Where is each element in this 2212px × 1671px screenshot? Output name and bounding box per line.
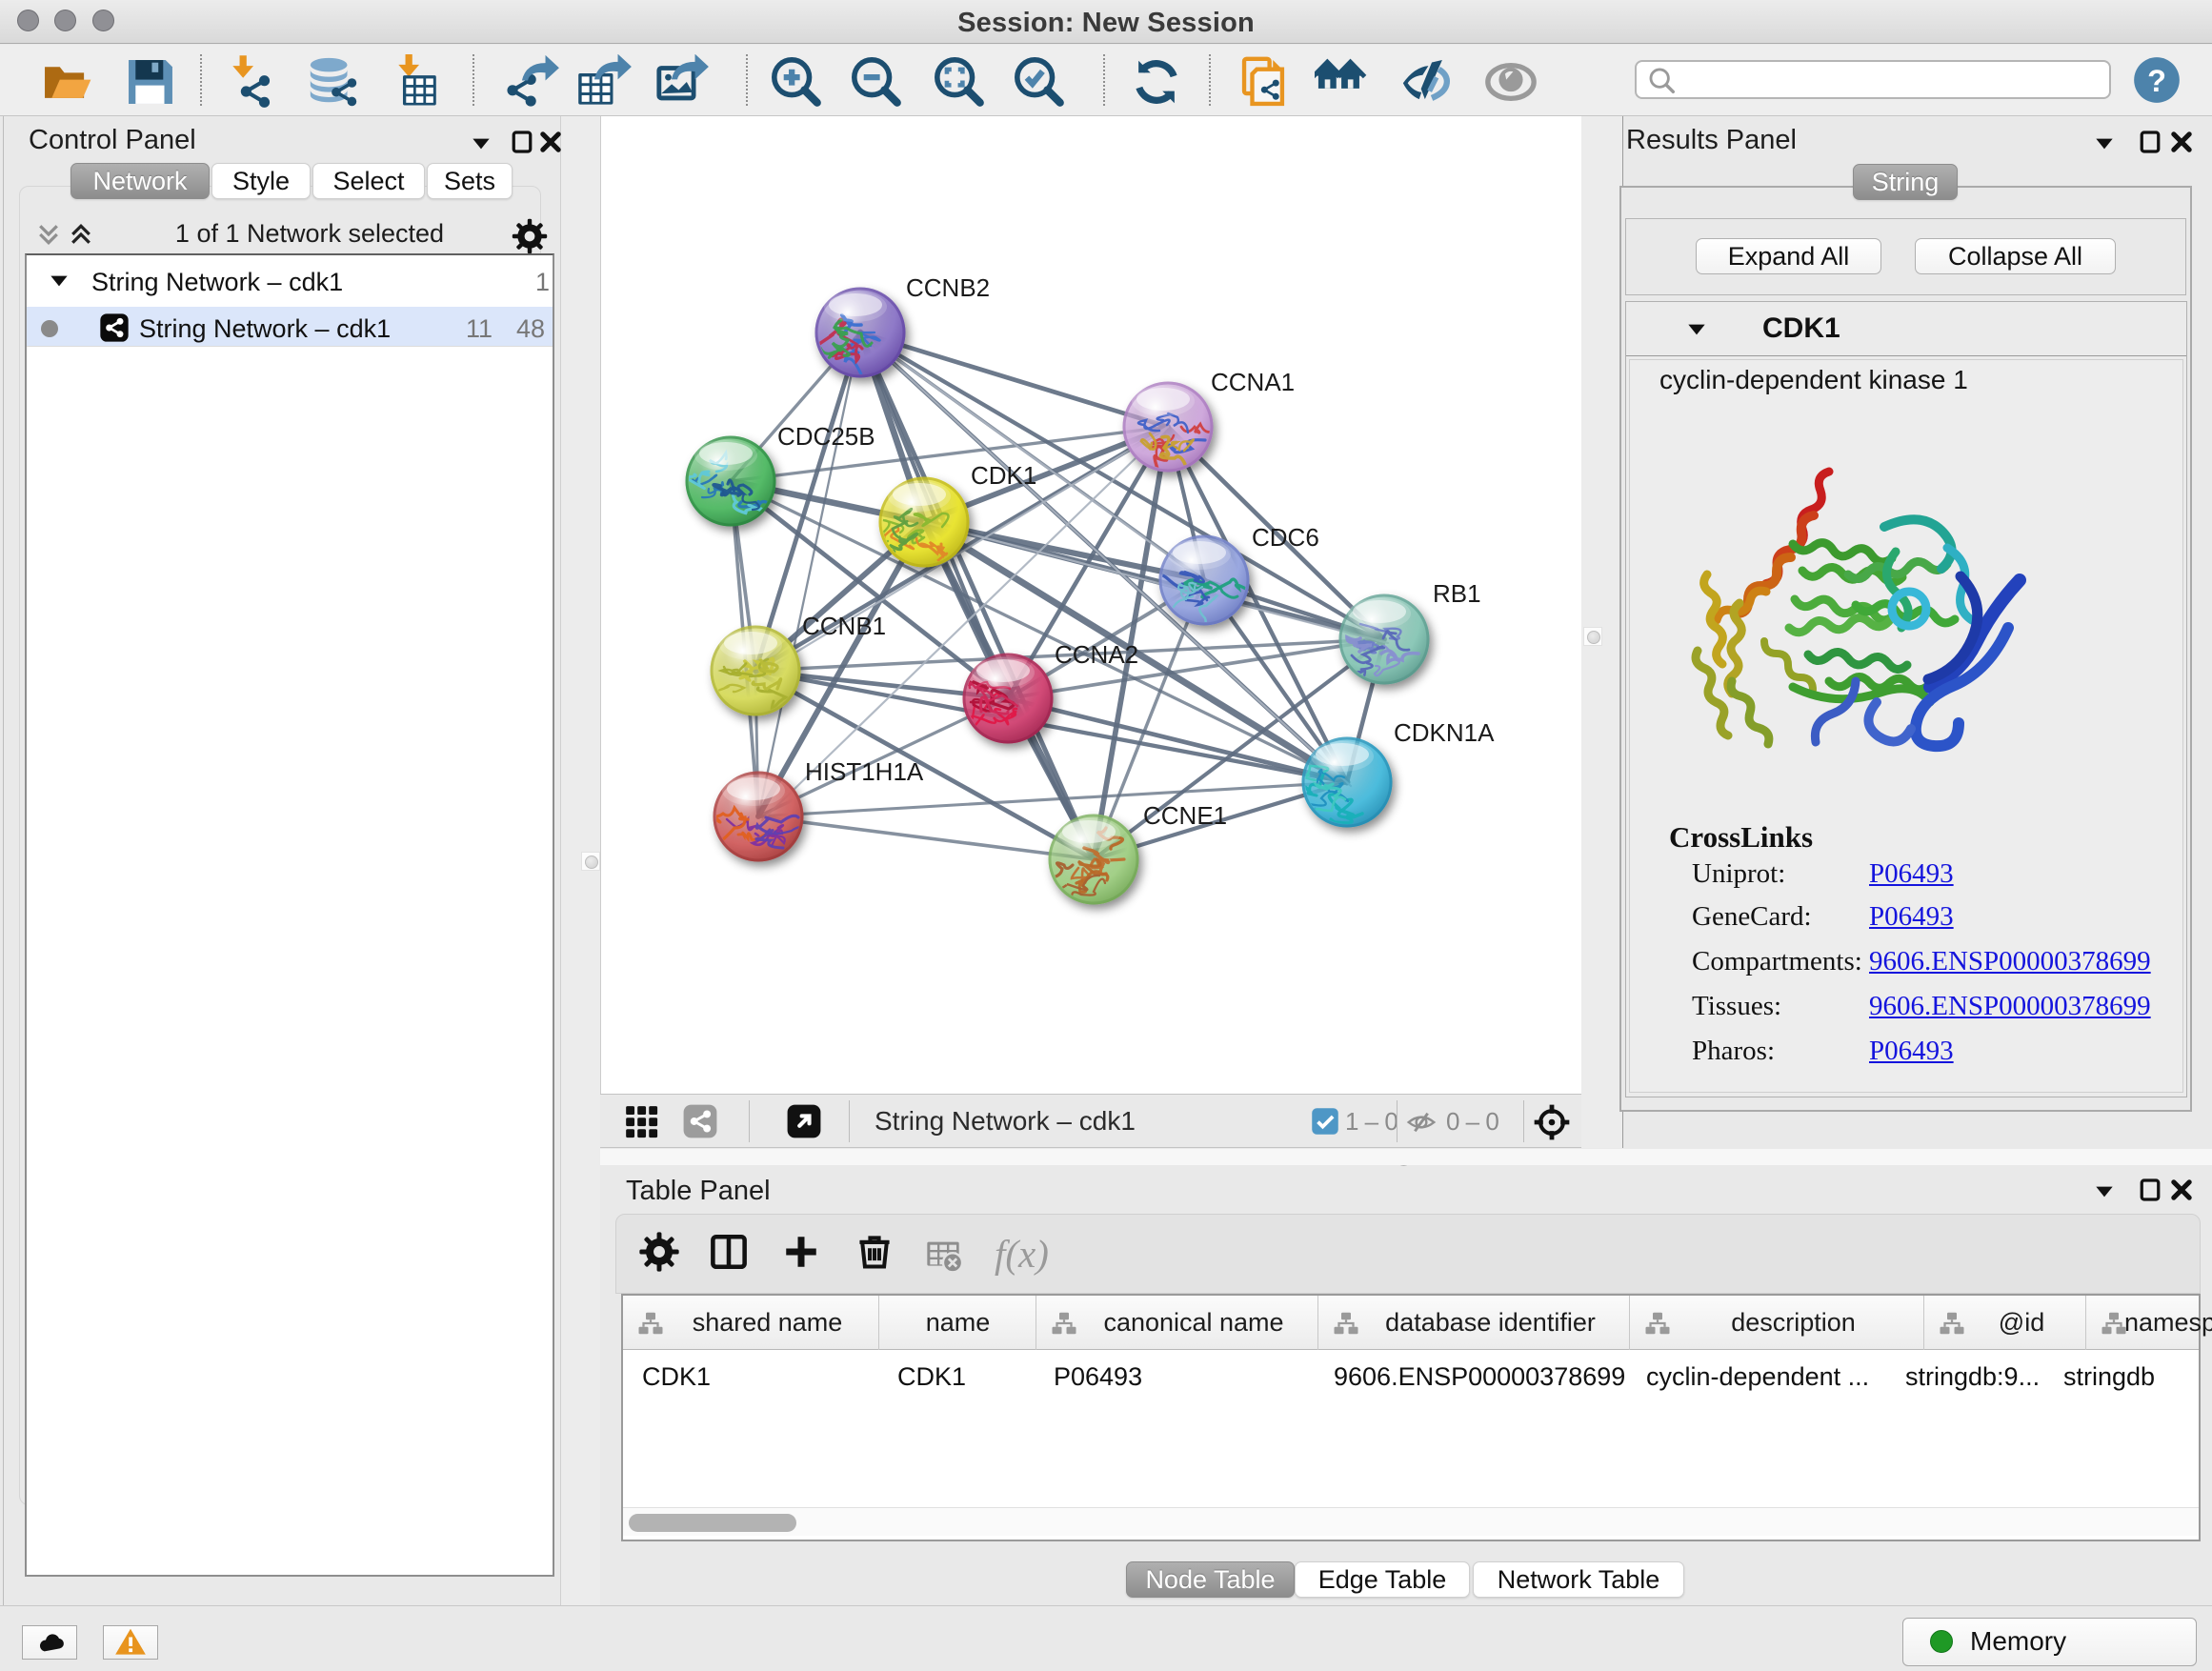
svg-text:CDK1: CDK1 bbox=[971, 461, 1036, 490]
svg-text:CDKN1A: CDKN1A bbox=[1394, 718, 1495, 747]
svg-text:CCNA1: CCNA1 bbox=[1211, 368, 1295, 396]
svg-text:CCNE1: CCNE1 bbox=[1143, 801, 1227, 830]
svg-text:CCNB2: CCNB2 bbox=[906, 273, 990, 302]
svg-text:?: ? bbox=[2147, 64, 2166, 98]
svg-text:CDC6: CDC6 bbox=[1252, 523, 1319, 552]
svg-text:RB1: RB1 bbox=[1433, 579, 1481, 608]
svg-text:HIST1H1A: HIST1H1A bbox=[805, 757, 924, 786]
svg-text:CCNA2: CCNA2 bbox=[1055, 640, 1138, 669]
svg-text:CCNB1: CCNB1 bbox=[802, 612, 886, 640]
svg-text:CDC25B: CDC25B bbox=[777, 422, 875, 451]
